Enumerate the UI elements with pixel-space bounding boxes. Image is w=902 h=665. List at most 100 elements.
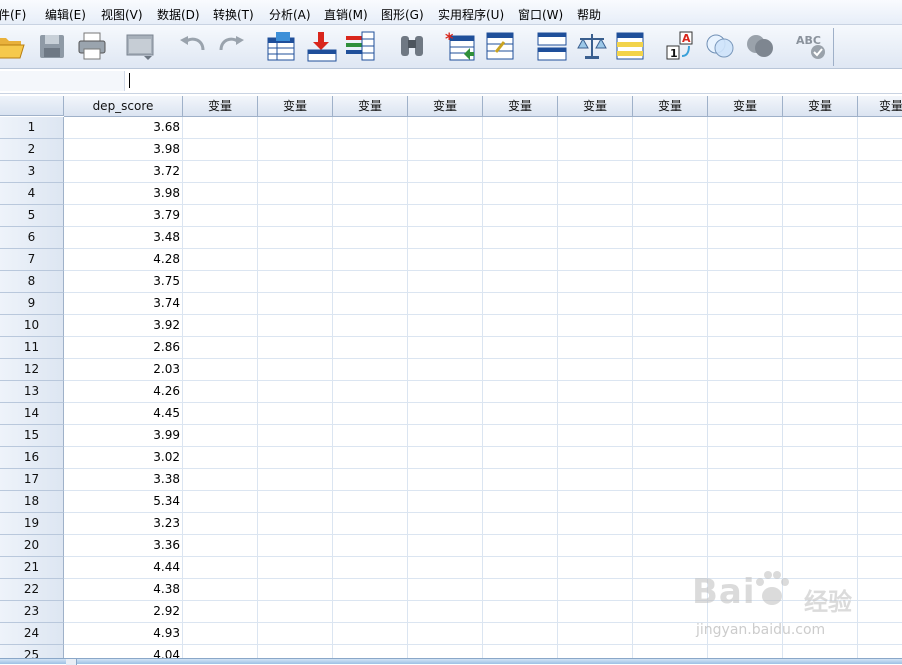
column-header[interactable]: 变量 xyxy=(708,96,783,117)
data-cell-dep-score[interactable]: 2.03 xyxy=(64,359,183,381)
data-cell-empty[interactable] xyxy=(483,491,558,513)
data-cell-empty[interactable] xyxy=(258,227,333,249)
insert-cases-icon[interactable]: * xyxy=(444,30,476,62)
column-header[interactable]: dep_score xyxy=(64,96,183,117)
data-cell-empty[interactable] xyxy=(633,513,708,535)
data-cell-empty[interactable] xyxy=(858,645,902,658)
data-cell-empty[interactable] xyxy=(183,381,258,403)
data-cell-empty[interactable] xyxy=(183,447,258,469)
data-cell-empty[interactable] xyxy=(558,403,633,425)
data-cell-dep-score[interactable]: 3.98 xyxy=(64,183,183,205)
data-cell-empty[interactable] xyxy=(783,337,858,359)
column-header[interactable]: 变量 xyxy=(633,96,708,117)
data-cell-empty[interactable] xyxy=(558,579,633,601)
data-cell-empty[interactable] xyxy=(408,293,483,315)
data-cell-empty[interactable] xyxy=(183,601,258,623)
data-cell-empty[interactable] xyxy=(483,513,558,535)
data-cell-empty[interactable] xyxy=(858,579,902,601)
data-cell-empty[interactable] xyxy=(858,315,902,337)
data-cell-empty[interactable] xyxy=(483,161,558,183)
data-cell-dep-score[interactable]: 3.48 xyxy=(64,227,183,249)
data-cell-empty[interactable] xyxy=(183,645,258,658)
data-cell-empty[interactable] xyxy=(408,205,483,227)
row-header[interactable]: 2 xyxy=(0,139,64,161)
data-cell-dep-score[interactable]: 3.74 xyxy=(64,293,183,315)
data-cell-empty[interactable] xyxy=(558,249,633,271)
data-cell-empty[interactable] xyxy=(858,469,902,491)
data-cell-empty[interactable] xyxy=(408,381,483,403)
data-cell-empty[interactable] xyxy=(558,491,633,513)
data-cell-empty[interactable] xyxy=(483,469,558,491)
data-cell-dep-score[interactable]: 3.99 xyxy=(64,425,183,447)
data-cell-empty[interactable] xyxy=(258,469,333,491)
weight-cases-icon[interactable] xyxy=(576,30,608,62)
column-header[interactable]: 变量 xyxy=(183,96,258,117)
data-cell-empty[interactable] xyxy=(483,337,558,359)
data-cell-dep-score[interactable]: 4.93 xyxy=(64,623,183,645)
data-cell-empty[interactable] xyxy=(258,161,333,183)
data-cell-empty[interactable] xyxy=(558,315,633,337)
data-cell-empty[interactable] xyxy=(783,359,858,381)
menu-view[interactable]: 视图(V) xyxy=(101,6,143,23)
data-cell-empty[interactable] xyxy=(858,535,902,557)
dialog-recall-icon[interactable] xyxy=(124,30,156,62)
find-icon[interactable] xyxy=(396,30,428,62)
data-cell-empty[interactable] xyxy=(708,249,783,271)
data-cell-empty[interactable] xyxy=(783,535,858,557)
data-cell-empty[interactable] xyxy=(408,183,483,205)
data-cell-empty[interactable] xyxy=(258,117,333,139)
data-cell-empty[interactable] xyxy=(858,183,902,205)
column-header[interactable]: 变量 xyxy=(408,96,483,117)
data-cell-empty[interactable] xyxy=(633,557,708,579)
data-cell-empty[interactable] xyxy=(408,557,483,579)
data-cell-empty[interactable] xyxy=(708,183,783,205)
data-cell-empty[interactable] xyxy=(708,645,783,658)
row-header[interactable]: 20 xyxy=(0,535,64,557)
data-cell-empty[interactable] xyxy=(258,183,333,205)
row-header[interactable]: 1 xyxy=(0,117,64,139)
data-cell-dep-score[interactable]: 3.79 xyxy=(64,205,183,227)
column-header[interactable]: 变量 xyxy=(558,96,633,117)
menu-direct-marketing[interactable]: 直销(M) xyxy=(324,6,368,23)
data-cell-empty[interactable] xyxy=(708,139,783,161)
data-cell-empty[interactable] xyxy=(183,623,258,645)
data-cell-dep-score[interactable]: 3.36 xyxy=(64,535,183,557)
data-cell-empty[interactable] xyxy=(408,249,483,271)
undo-icon[interactable] xyxy=(176,30,208,62)
menu-utilities[interactable]: 实用程序(U) xyxy=(438,6,504,23)
print-icon[interactable] xyxy=(76,30,108,62)
data-cell-empty[interactable] xyxy=(183,425,258,447)
column-header[interactable]: 变量 xyxy=(783,96,858,117)
data-cell-empty[interactable] xyxy=(858,139,902,161)
data-cell-empty[interactable] xyxy=(333,337,408,359)
data-cell-dep-score[interactable]: 4.26 xyxy=(64,381,183,403)
data-cell-empty[interactable] xyxy=(708,623,783,645)
data-cell-empty[interactable] xyxy=(708,315,783,337)
data-cell-empty[interactable] xyxy=(783,447,858,469)
data-cell-empty[interactable] xyxy=(858,403,902,425)
data-cell-empty[interactable] xyxy=(258,447,333,469)
data-cell-empty[interactable] xyxy=(408,579,483,601)
menu-graphs[interactable]: 图形(G) xyxy=(381,6,424,23)
data-cell-empty[interactable] xyxy=(183,227,258,249)
data-cell-empty[interactable] xyxy=(483,403,558,425)
data-cell-empty[interactable] xyxy=(558,183,633,205)
data-cell-empty[interactable] xyxy=(783,183,858,205)
data-cell-empty[interactable] xyxy=(333,293,408,315)
data-cell-empty[interactable] xyxy=(783,623,858,645)
data-cell-dep-score[interactable]: 3.68 xyxy=(64,117,183,139)
goto-variable-icon[interactable] xyxy=(306,30,338,62)
data-cell-empty[interactable] xyxy=(858,337,902,359)
data-cell-empty[interactable] xyxy=(858,359,902,381)
value-labels-icon[interactable]: A1 xyxy=(664,30,696,62)
data-cell-empty[interactable] xyxy=(558,227,633,249)
data-cell-empty[interactable] xyxy=(633,469,708,491)
data-cell-empty[interactable] xyxy=(183,337,258,359)
data-cell-empty[interactable] xyxy=(483,601,558,623)
data-cell-empty[interactable] xyxy=(333,227,408,249)
menu-file[interactable]: 文件(F) xyxy=(0,6,26,23)
data-cell-empty[interactable] xyxy=(633,117,708,139)
data-cell-empty[interactable] xyxy=(258,315,333,337)
data-cell-empty[interactable] xyxy=(858,601,902,623)
data-cell-empty[interactable] xyxy=(633,491,708,513)
